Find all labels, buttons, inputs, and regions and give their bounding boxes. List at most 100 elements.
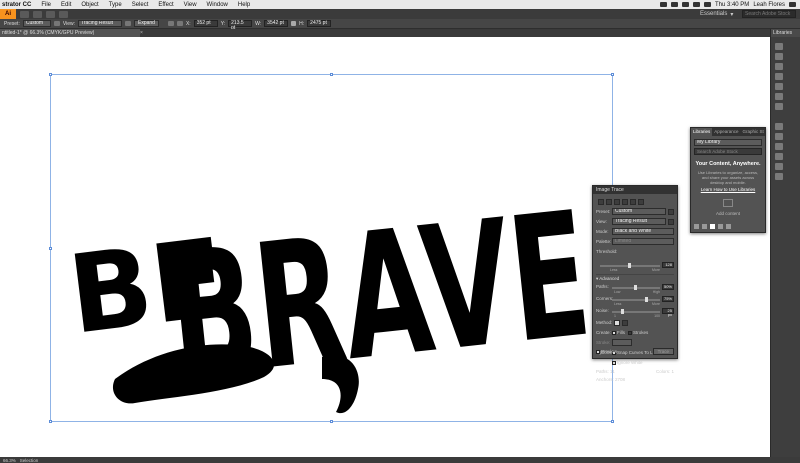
libraries-dock-tab[interactable]: Libraries bbox=[771, 29, 800, 37]
stroke-icon[interactable] bbox=[775, 93, 783, 100]
current-tool[interactable]: Selection bbox=[20, 458, 39, 463]
swatches-icon[interactable] bbox=[775, 63, 783, 70]
clock[interactable]: Thu 3:40 PM bbox=[715, 2, 749, 8]
document-tab[interactable]: ntitled-1* @ 66.3% (CMYK/GPU Preview) bbox=[0, 29, 140, 37]
add-text-icon[interactable] bbox=[702, 224, 707, 229]
resize-handle[interactable] bbox=[611, 73, 614, 76]
trace-button[interactable]: Trace bbox=[652, 348, 674, 355]
battery-icon[interactable] bbox=[703, 2, 711, 7]
noise-field[interactable]: 25 px bbox=[662, 308, 674, 317]
resize-handle[interactable] bbox=[49, 73, 52, 76]
image-trace-panel-icon[interactable] bbox=[124, 21, 131, 26]
gradient-icon[interactable] bbox=[775, 103, 783, 110]
app-menu[interactable]: strator CC bbox=[0, 2, 36, 8]
stroke-width-field[interactable] bbox=[612, 339, 632, 346]
menu-file[interactable]: File bbox=[36, 2, 56, 8]
resize-handle[interactable] bbox=[611, 420, 614, 423]
stock-icon[interactable] bbox=[33, 10, 42, 18]
threshold-thumb[interactable] bbox=[628, 263, 631, 268]
image-trace-title[interactable]: Image Trace bbox=[593, 186, 677, 194]
corners-thumb[interactable] bbox=[645, 297, 648, 302]
cloud-icon[interactable] bbox=[659, 2, 667, 7]
spotlight-icon[interactable] bbox=[789, 2, 796, 7]
workspace-switcher[interactable]: Essentials ▾ bbox=[700, 10, 733, 18]
wifi-icon[interactable] bbox=[681, 2, 689, 7]
menu-help[interactable]: Help bbox=[233, 2, 255, 8]
link-icon[interactable] bbox=[291, 21, 297, 26]
menu-effect[interactable]: Effect bbox=[153, 2, 178, 8]
align-icon[interactable] bbox=[167, 21, 174, 26]
corners-field[interactable]: 75% bbox=[662, 296, 674, 302]
threshold-field[interactable]: 128 bbox=[662, 262, 674, 268]
close-tab-icon[interactable]: × bbox=[140, 29, 146, 37]
layers-icon[interactable] bbox=[775, 53, 783, 60]
tab-graphic-styles[interactable]: Graphic St bbox=[741, 128, 766, 136]
arrange-documents-icon[interactable] bbox=[46, 10, 55, 18]
preset-dropdown[interactable]: Custom bbox=[22, 20, 51, 27]
menu-object[interactable]: Object bbox=[76, 2, 103, 8]
gpu-rocket-icon[interactable] bbox=[59, 10, 68, 18]
symbols-icon[interactable] bbox=[775, 83, 783, 90]
trace-presets-icon[interactable] bbox=[53, 21, 60, 26]
menu-window[interactable]: Window bbox=[202, 2, 233, 8]
stock-search-input[interactable]: Search Adobe Stock bbox=[742, 10, 796, 18]
graphic-styles-icon[interactable] bbox=[775, 143, 783, 150]
tab-libraries[interactable]: Libraries bbox=[691, 128, 713, 136]
menu-type[interactable]: Type bbox=[104, 2, 127, 8]
ignore-white-checkbox[interactable]: Ignore White bbox=[612, 360, 643, 365]
high-color-icon[interactable] bbox=[606, 198, 612, 205]
dropbox-icon[interactable] bbox=[670, 2, 678, 7]
trace-view-dropdown[interactable]: Tracing Result bbox=[612, 218, 666, 225]
paths-field[interactable]: 50% bbox=[662, 284, 674, 290]
outline-icon[interactable] bbox=[638, 198, 644, 205]
preview-checkbox[interactable]: Preview bbox=[596, 349, 617, 354]
height-field[interactable]: 2475 pt bbox=[307, 20, 332, 27]
abutting-method-icon[interactable] bbox=[614, 319, 620, 326]
trash-icon[interactable] bbox=[726, 224, 731, 229]
resize-handle[interactable] bbox=[49, 420, 52, 423]
low-color-icon[interactable] bbox=[614, 198, 620, 205]
paths-thumb[interactable] bbox=[634, 285, 637, 290]
library-search-input[interactable]: Search Adobe Stock bbox=[694, 148, 762, 155]
auto-color-icon[interactable] bbox=[598, 198, 604, 205]
traced-artwork[interactable]: BE BRAVE bbox=[60, 117, 590, 417]
noise-thumb[interactable] bbox=[620, 309, 624, 314]
preset-menu-icon[interactable] bbox=[668, 208, 674, 215]
sync-icon[interactable] bbox=[718, 224, 723, 229]
bridge-icon[interactable] bbox=[20, 10, 29, 18]
advanced-toggle[interactable]: ▾ Advanced bbox=[596, 274, 674, 281]
learn-libraries-link[interactable]: Learn How to Use Libraries bbox=[691, 187, 765, 192]
properties-icon[interactable] bbox=[775, 43, 783, 50]
corners-track[interactable] bbox=[612, 299, 660, 301]
appearance-icon[interactable] bbox=[775, 133, 783, 140]
align-panel-icon[interactable] bbox=[775, 153, 783, 160]
add-graphic-icon[interactable] bbox=[694, 224, 699, 229]
library-select[interactable]: My Library bbox=[694, 139, 762, 146]
menu-view[interactable]: View bbox=[179, 2, 202, 8]
eye-icon[interactable] bbox=[668, 218, 674, 225]
menu-edit[interactable]: Edit bbox=[56, 2, 76, 8]
x-field[interactable]: 352 pt bbox=[193, 20, 218, 27]
y-field[interactable]: 213.5 pt bbox=[228, 20, 253, 31]
transform-icon[interactable] bbox=[176, 21, 183, 26]
pathfinder-icon[interactable] bbox=[775, 163, 783, 170]
trace-palette-dropdown[interactable]: Limited bbox=[612, 238, 674, 245]
trace-mode-dropdown[interactable]: Black and White bbox=[612, 228, 674, 235]
brushes-icon[interactable] bbox=[775, 73, 783, 80]
view-dropdown[interactable]: Tracing Result bbox=[77, 20, 122, 27]
trace-preset-dropdown[interactable]: Custom bbox=[612, 208, 666, 215]
menu-select[interactable]: Select bbox=[127, 2, 154, 8]
transform-panel-icon[interactable] bbox=[775, 173, 783, 180]
resize-handle[interactable] bbox=[49, 247, 52, 250]
user-name[interactable]: Leah Flores bbox=[753, 2, 785, 8]
add-color-swatch[interactable] bbox=[710, 224, 715, 229]
strokes-checkbox[interactable]: Strokes bbox=[628, 330, 648, 335]
fills-checkbox[interactable]: Fills bbox=[612, 330, 625, 335]
expand-button[interactable]: Expand bbox=[133, 20, 159, 27]
resize-handle[interactable] bbox=[330, 73, 333, 76]
overlapping-method-icon[interactable] bbox=[622, 319, 628, 326]
width-field[interactable]: 3542 pt bbox=[264, 20, 289, 27]
noise-track[interactable] bbox=[612, 311, 660, 313]
resize-handle[interactable] bbox=[330, 420, 333, 423]
volume-icon[interactable] bbox=[692, 2, 700, 7]
